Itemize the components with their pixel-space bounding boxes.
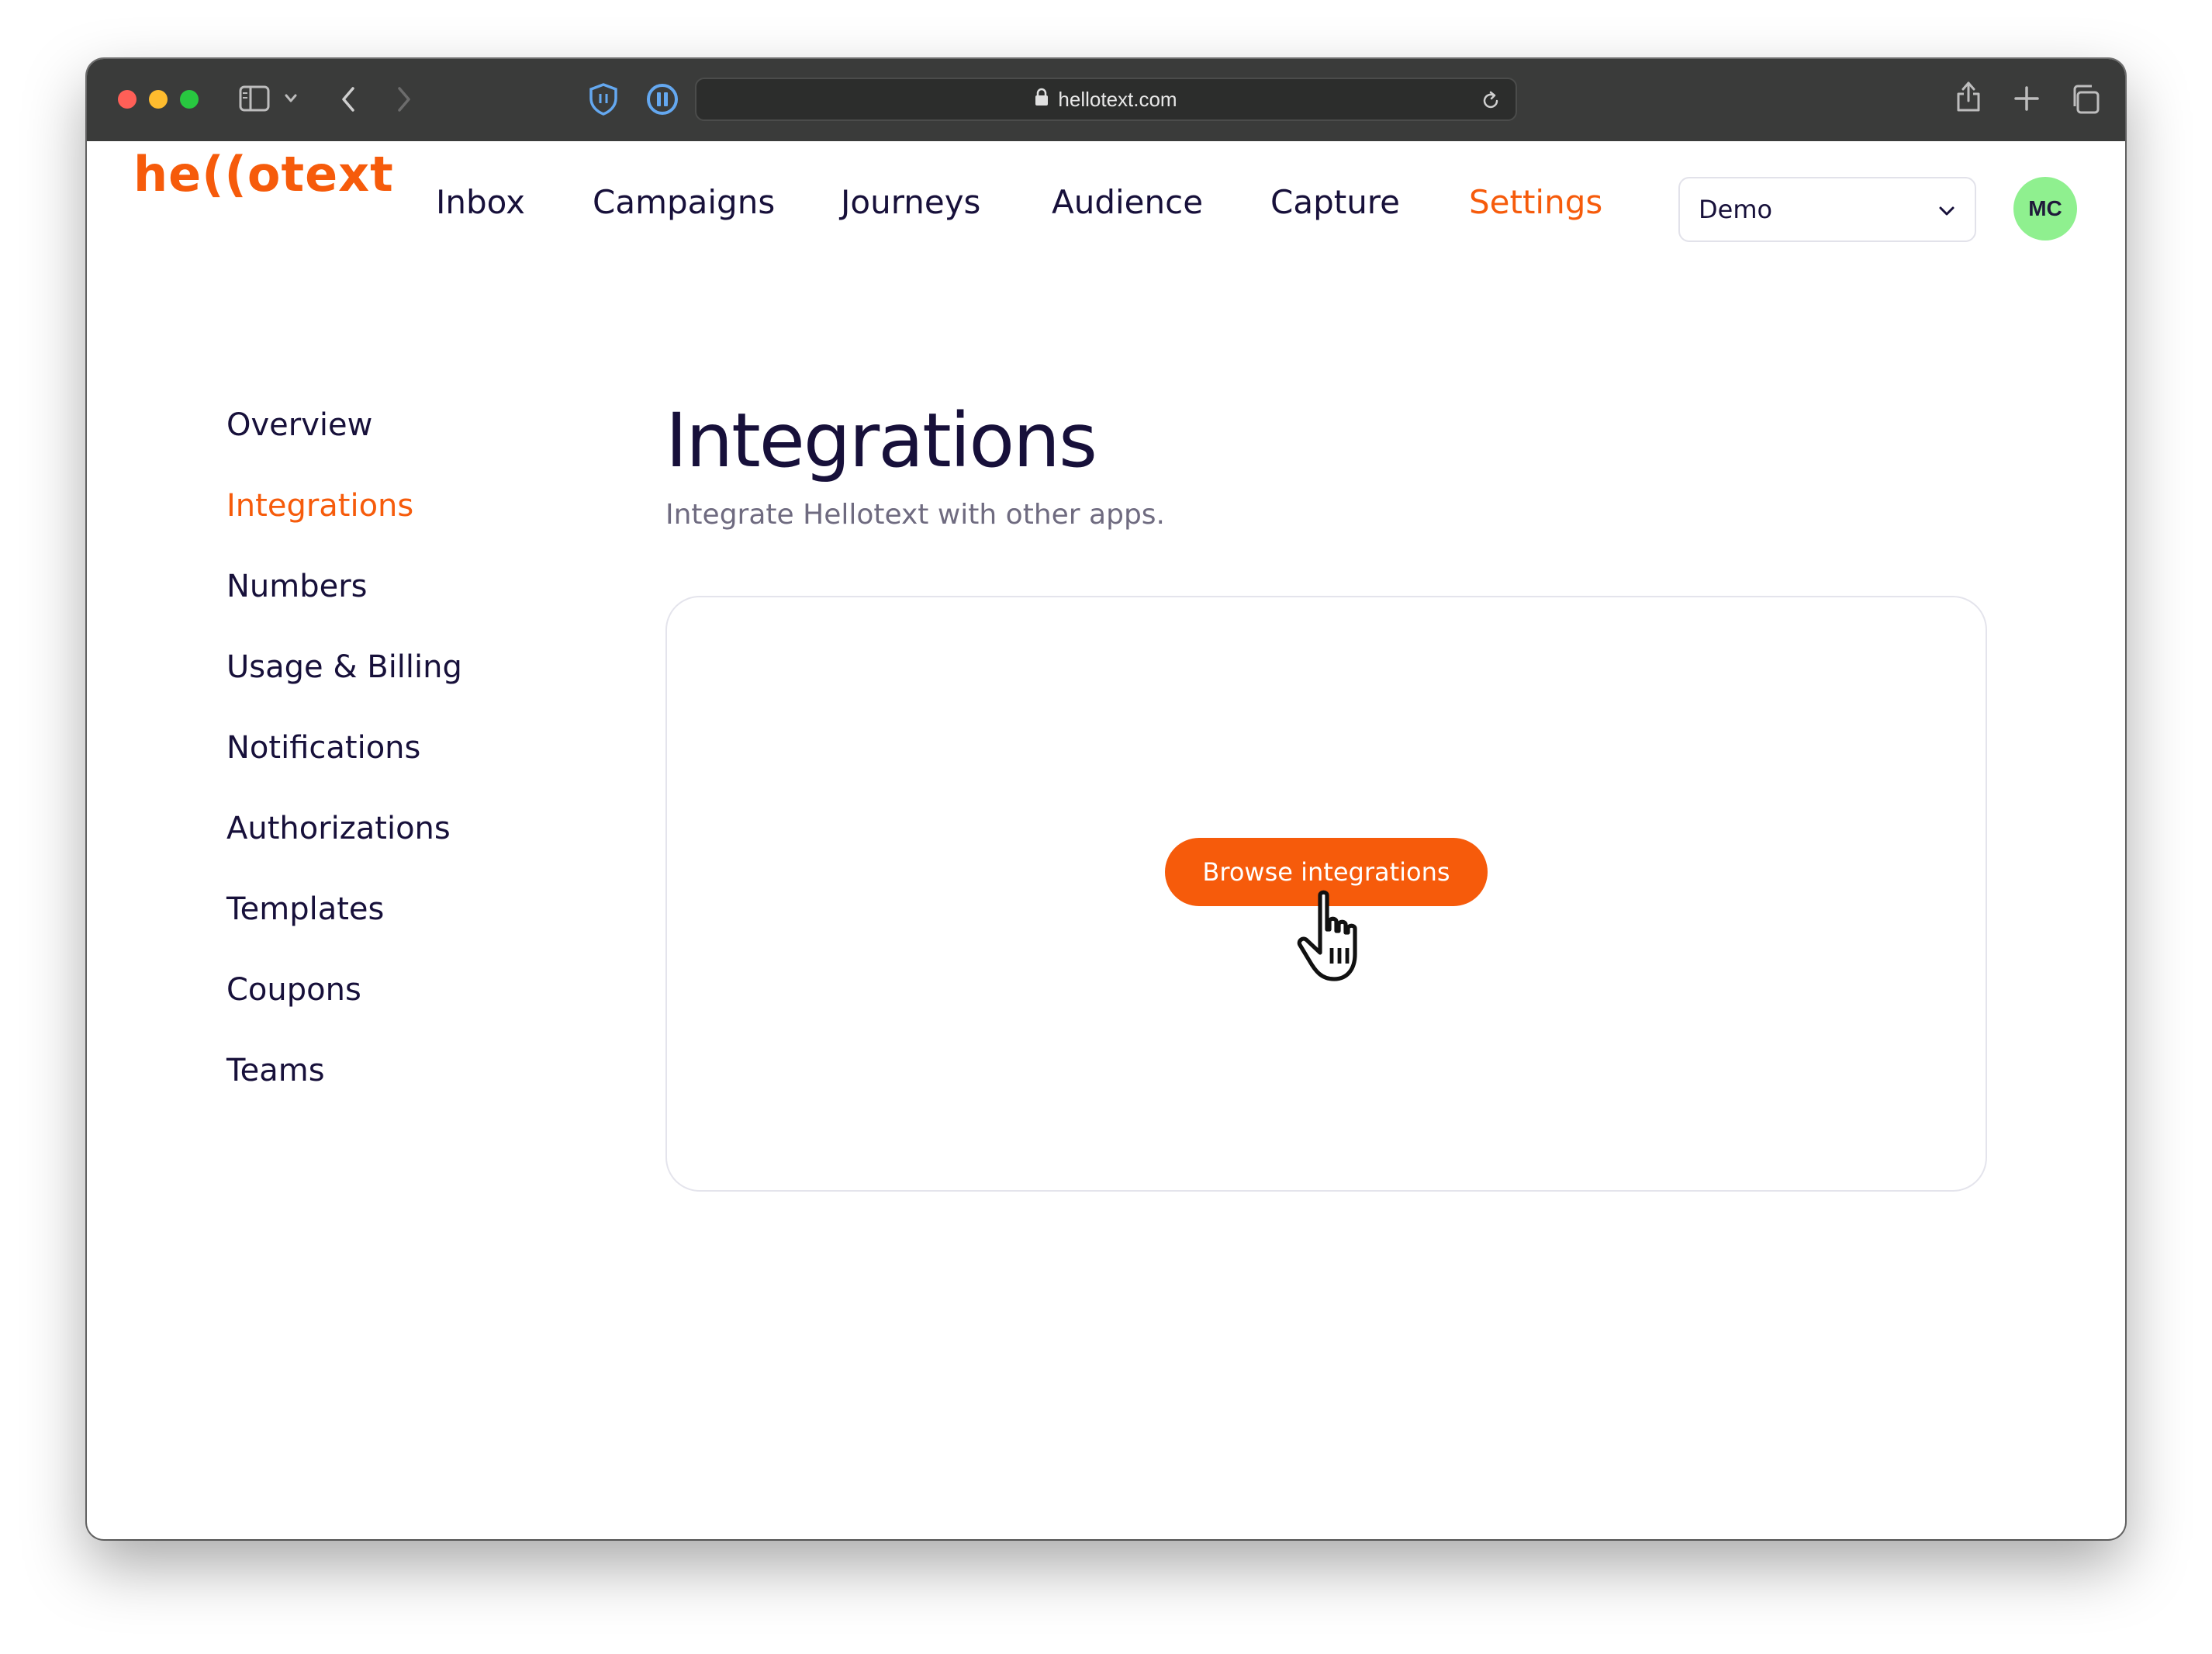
- lock-icon: [1035, 88, 1049, 112]
- tabs-overview-icon[interactable]: [2069, 84, 2100, 115]
- new-tab-icon[interactable]: [2013, 85, 2040, 112]
- back-arrow-icon[interactable]: [340, 85, 357, 113]
- sidebar-item-authorizations[interactable]: Authorizations: [226, 813, 451, 844]
- page-subtitle: Integrate Hellotext with other apps.: [665, 499, 1165, 531]
- zoom-window-button[interactable]: [180, 90, 199, 109]
- sidebar-item-numbers[interactable]: Numbers: [226, 571, 368, 602]
- sidebar-item-notifications[interactable]: Notifications: [226, 732, 420, 763]
- sidebar-item-usage-billing[interactable]: Usage & Billing: [226, 652, 462, 683]
- sidebar-item-integrations[interactable]: Integrations: [226, 490, 413, 521]
- user-avatar[interactable]: MC: [2013, 177, 2077, 240]
- shield-icon[interactable]: [588, 82, 619, 116]
- reload-icon[interactable]: [1480, 90, 1502, 116]
- nav-campaigns[interactable]: Campaigns: [593, 186, 775, 219]
- sidebar-item-overview[interactable]: Overview: [226, 410, 372, 441]
- nav-capture[interactable]: Capture: [1270, 186, 1400, 219]
- sidebar-item-templates[interactable]: Templates: [226, 894, 384, 925]
- chevron-down-icon[interactable]: [284, 93, 298, 104]
- nav-journeys[interactable]: Journeys: [841, 186, 980, 219]
- nav-settings[interactable]: Settings: [1469, 186, 1602, 219]
- nav-audience[interactable]: Audience: [1052, 186, 1203, 219]
- sidebar-item-coupons[interactable]: Coupons: [226, 974, 361, 1005]
- url-text: hellotext.com: [1058, 87, 1177, 111]
- page-title: Integrations: [665, 397, 1097, 484]
- chevron-down-icon: [1936, 199, 1958, 228]
- minimize-window-button[interactable]: [149, 90, 168, 109]
- pause-icon[interactable]: [645, 82, 679, 116]
- organization-select[interactable]: Demo: [1678, 177, 1976, 242]
- nav-inbox[interactable]: Inbox: [436, 186, 525, 219]
- hand-pointer-cursor-icon: [1294, 889, 1374, 992]
- address-bar[interactable]: hellotext.com: [695, 78, 1517, 121]
- sidebar-icon[interactable]: [239, 85, 270, 112]
- hellotext-logo[interactable]: he((otext: [133, 151, 394, 199]
- browser-window: hellotext.com he((otext Inbox Campaigns …: [87, 59, 2125, 1539]
- organization-select-value: Demo: [1699, 195, 1773, 224]
- sidebar-item-teams[interactable]: Teams: [226, 1055, 325, 1086]
- forward-arrow-icon[interactable]: [396, 85, 413, 113]
- browser-titlebar: hellotext.com: [87, 59, 2125, 141]
- share-icon[interactable]: [1955, 79, 1982, 113]
- close-window-button[interactable]: [118, 90, 137, 109]
